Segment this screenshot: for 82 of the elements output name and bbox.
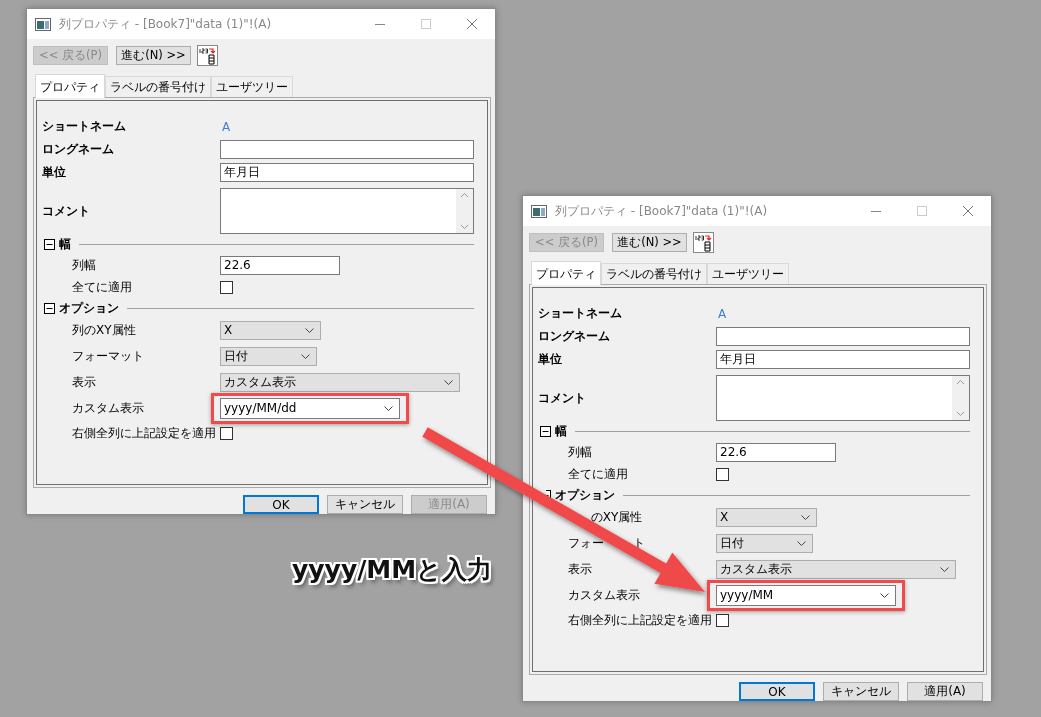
field-label: 右側全列に上記設定を適用 (72, 424, 217, 442)
comment-field[interactable] (716, 375, 970, 421)
chevron-icon (301, 353, 310, 359)
window-icon (35, 17, 51, 31)
tab[interactable]: ラベルの番号付け (601, 263, 707, 284)
input-field[interactable]: 年月日 (220, 163, 474, 182)
comment-field[interactable] (220, 188, 474, 234)
section-title: 幅 (555, 422, 567, 440)
tab[interactable]: ユーザツリー (211, 76, 293, 97)
field-label: ショートネーム (42, 118, 127, 135)
field-label: のXY属性 (590, 508, 643, 526)
checkbox[interactable] (716, 613, 729, 627)
dropdown[interactable]: カスタム表示 (220, 372, 460, 392)
annotation-label: yyyy/MMと入力 (292, 554, 493, 586)
dialog-button[interactable]: OK (243, 495, 319, 514)
field-label: カスタム表示 (72, 399, 145, 417)
dropdown[interactable]: カスタム表示 (716, 559, 956, 579)
collapse-icon[interactable] (44, 302, 55, 314)
field-label: 列のXY属性 (72, 321, 137, 339)
window-icon (531, 204, 547, 218)
collapse-icon[interactable] (540, 425, 551, 437)
combo-box[interactable]: yyyy/MM (716, 584, 896, 606)
tab[interactable]: プロパティ (35, 74, 105, 98)
section-title: 幅 (59, 235, 71, 253)
field-label: 表示 (568, 560, 593, 578)
combo-box[interactable]: yyyy/MM/dd (220, 397, 400, 419)
field-label: コメント (42, 202, 91, 220)
tab[interactable]: ラベルの番号付け (105, 76, 211, 97)
short-name-value: A (221, 119, 231, 134)
number-list-icon[interactable] (197, 45, 218, 66)
scrollbar-icon (456, 189, 473, 233)
field-label: 全てに適用 (72, 279, 133, 296)
dialog-button[interactable]: 適用(A) (907, 682, 983, 701)
field-label: ロングネーム (42, 141, 115, 158)
section-title: オプション (555, 486, 615, 504)
dropdown[interactable]: X (716, 507, 817, 527)
checkbox[interactable] (716, 468, 729, 481)
chevron-icon (880, 592, 889, 598)
tab[interactable]: ユーザツリー (707, 263, 789, 284)
dialog-button[interactable]: キャンセル (327, 495, 403, 514)
chevron-icon (305, 327, 314, 333)
section-title: オプション (59, 299, 119, 317)
dropdown[interactable]: 日付 (716, 533, 813, 553)
short-name-value: A (717, 306, 727, 321)
input-field[interactable] (220, 140, 474, 159)
chevron-icon (797, 540, 806, 546)
field-label: カスタム表示 (568, 586, 641, 604)
next-button[interactable]: 進む(N) >> (612, 233, 687, 252)
field-label: フォー (568, 534, 604, 552)
field-label: ト (632, 534, 645, 552)
field-label: ショートネーム (538, 305, 623, 322)
checkbox[interactable] (220, 426, 233, 440)
window-title: 列プロパティ - [Book7]"data (1)"!(A) (555, 202, 769, 220)
checkbox[interactable] (220, 281, 233, 294)
field-label: コメント (538, 389, 587, 407)
chevron-icon (384, 405, 393, 411)
chevron-icon (444, 379, 453, 385)
input-field[interactable] (716, 327, 970, 346)
collapse-icon[interactable] (44, 238, 55, 250)
window-title: 列プロパティ - [Book7]"data (1)"!(A) (59, 15, 273, 33)
field-label: 表示 (72, 373, 97, 391)
chevron-icon (940, 566, 949, 572)
chevron-icon (801, 514, 810, 520)
field-label: フォーマット (72, 347, 145, 365)
dialog-button[interactable]: キャンセル (823, 682, 899, 701)
field-label: 右側全列に上記設定を適用 (568, 611, 713, 629)
dialog-button[interactable]: OK (739, 682, 815, 701)
field-label: 全てに適用 (568, 466, 629, 483)
field-label: ロングネーム (538, 328, 611, 345)
field-label: 単位 (538, 351, 563, 368)
dropdown[interactable]: X (220, 320, 321, 340)
dropdown[interactable]: 日付 (220, 346, 317, 366)
input-field[interactable]: 22.6 (220, 255, 340, 275)
tab[interactable]: プロパティ (531, 261, 601, 285)
field-label: 列幅 (72, 256, 97, 274)
field-label: 列幅 (568, 443, 593, 461)
next-button[interactable]: 進む(N) >> (116, 46, 191, 65)
input-field[interactable]: 年月日 (716, 350, 970, 369)
field-label: 単位 (42, 164, 67, 181)
number-list-icon[interactable] (693, 232, 714, 253)
input-field[interactable]: 22.6 (716, 442, 836, 462)
scrollbar-icon (952, 376, 969, 420)
